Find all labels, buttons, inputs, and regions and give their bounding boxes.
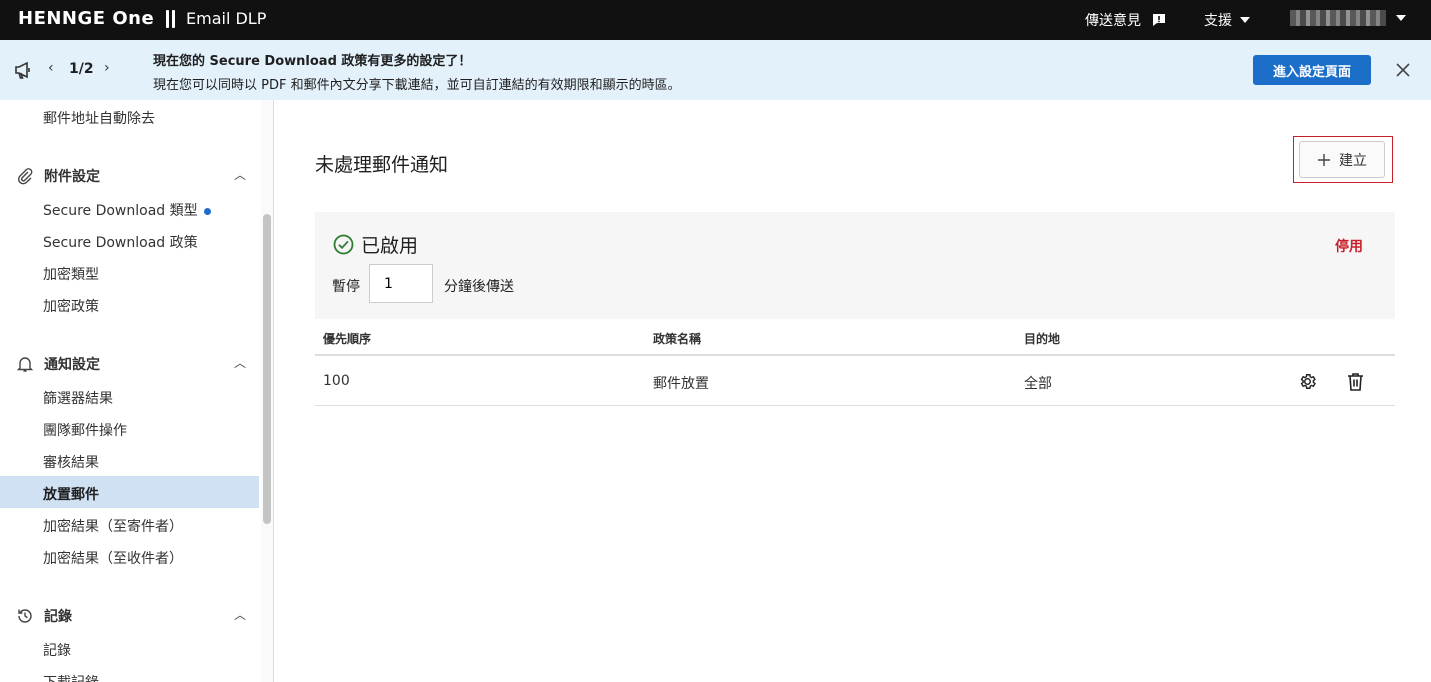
top-bar: HENNGE One Email DLP 傳送意見 支援 bbox=[0, 0, 1431, 40]
sidebar-section-notifications[interactable]: 通知設定 bbox=[16, 354, 100, 374]
sidebar-section-label: 記錄 bbox=[44, 609, 72, 625]
create-label: 建立 bbox=[1339, 151, 1367, 168]
sidebar-section-logs[interactable]: 記錄 bbox=[16, 606, 72, 626]
sidebar-section-attachments[interactable]: 附件設定 bbox=[16, 166, 100, 186]
enabled-label: 已啟用 bbox=[361, 235, 419, 257]
support-menu[interactable]: 支援 bbox=[1204, 10, 1250, 30]
cell-priority: 100 bbox=[323, 373, 350, 389]
enabled-status: 已啟用 bbox=[333, 231, 418, 258]
trash-icon bbox=[1347, 372, 1363, 391]
chevron-up-icon[interactable]: ︿ bbox=[234, 166, 246, 183]
table-row-divider bbox=[315, 405, 1395, 406]
banner-page-indicator: 1/2 bbox=[69, 61, 94, 77]
feedback-label: 傳送意見 bbox=[1085, 13, 1141, 29]
sidebar-item-encrypt-recipient[interactable]: 加密結果（至收件者） bbox=[43, 548, 183, 568]
feedback-icon bbox=[1153, 14, 1165, 26]
close-icon[interactable] bbox=[1394, 61, 1412, 79]
go-to-settings-button[interactable]: 進入設定頁面 bbox=[1253, 55, 1371, 85]
sidebar-active-highlight bbox=[0, 476, 259, 508]
user-menu[interactable] bbox=[1290, 10, 1406, 26]
sidebar: 郵件地址自動除去 附件設定 ︿ Secure Download 類型 Secur… bbox=[0, 100, 274, 682]
history-icon bbox=[18, 609, 32, 623]
check-circle-icon bbox=[333, 234, 354, 255]
announcement-banner: ‹ 1/2 › 現在您的 Secure Download 政策有更多的設定了！ … bbox=[0, 40, 1431, 100]
banner-description: 現在您可以同時以 PDF 和郵件內文分享下載連結，並可自訂連結的有效期限和顯示的… bbox=[153, 78, 681, 93]
pause-minutes-input[interactable] bbox=[369, 264, 433, 303]
sidebar-item-encryption-type[interactable]: 加密類型 bbox=[43, 264, 99, 284]
sidebar-section-label: 通知設定 bbox=[44, 357, 100, 373]
settings-button[interactable] bbox=[1297, 371, 1317, 391]
status-panel bbox=[315, 212, 1395, 319]
bell-icon bbox=[16, 357, 34, 372]
sidebar-item-team-mail-ops[interactable]: 團隊郵件操作 bbox=[43, 420, 127, 440]
delete-button[interactable] bbox=[1345, 371, 1365, 391]
sidebar-item-hold-mail[interactable]: 放置郵件 bbox=[43, 484, 99, 504]
paperclip-icon bbox=[17, 168, 33, 185]
henngeone-logo[interactable]: HENNGE One bbox=[18, 8, 154, 29]
banner-title: 現在您的 Secure Download 政策有更多的設定了！ bbox=[153, 54, 472, 69]
sidebar-item-encryption-policy[interactable]: 加密政策 bbox=[43, 296, 99, 316]
sidebar-item-address-removal[interactable]: 郵件地址自動除去 bbox=[43, 108, 155, 128]
new-indicator-dot bbox=[203, 207, 211, 215]
user-name-redacted bbox=[1290, 10, 1386, 26]
banner-prev-button[interactable]: ‹ bbox=[48, 60, 54, 76]
caret-down-icon bbox=[1240, 17, 1250, 23]
cell-destination: 全部 bbox=[1024, 376, 1052, 392]
banner-next-button[interactable]: › bbox=[104, 60, 110, 76]
column-header-destination: 目的地 bbox=[1024, 332, 1061, 346]
table-header-divider bbox=[315, 354, 1395, 356]
create-button[interactable]: 建立 bbox=[1299, 141, 1385, 178]
sidebar-item-sd-type[interactable]: Secure Download 類型 bbox=[43, 200, 211, 220]
gear-icon bbox=[1300, 373, 1316, 389]
column-header-policy-name: 政策名稱 bbox=[653, 332, 702, 346]
pause-suffix-label: 分鐘後傳送 bbox=[444, 279, 514, 295]
feedback-button[interactable]: 傳送意見 bbox=[1085, 10, 1167, 30]
sidebar-section-label: 附件設定 bbox=[44, 169, 100, 185]
column-header-priority: 優先順序 bbox=[323, 332, 372, 346]
caret-down-icon bbox=[1396, 15, 1406, 21]
cell-policy-name[interactable]: 郵件放置 bbox=[653, 373, 709, 393]
sidebar-item-logs[interactable]: 記錄 bbox=[43, 640, 71, 660]
page-title: 未處理郵件通知 bbox=[315, 154, 449, 176]
sidebar-item-download-logs[interactable]: 下載記錄 bbox=[43, 672, 99, 682]
product-divider-icon bbox=[166, 10, 176, 30]
sidebar-item-encrypt-sender[interactable]: 加密結果（至寄件者） bbox=[43, 516, 183, 536]
chevron-up-icon[interactable]: ︿ bbox=[234, 354, 246, 371]
plus-icon bbox=[1318, 153, 1330, 166]
sidebar-item-review-results[interactable]: 審核結果 bbox=[43, 452, 99, 472]
sidebar-item-sd-policy[interactable]: Secure Download 政策 bbox=[43, 232, 198, 252]
sidebar-scrollbar-thumb[interactable] bbox=[263, 214, 271, 524]
megaphone-icon bbox=[15, 61, 30, 79]
pause-label: 暫停 bbox=[332, 279, 360, 295]
product-name: Email DLP bbox=[186, 9, 267, 28]
support-label: 支援 bbox=[1204, 13, 1232, 29]
disable-button[interactable]: 停用 bbox=[1335, 236, 1363, 256]
sidebar-item-filter-results[interactable]: 篩選器結果 bbox=[43, 388, 113, 408]
chevron-up-icon[interactable]: ︿ bbox=[234, 606, 246, 623]
